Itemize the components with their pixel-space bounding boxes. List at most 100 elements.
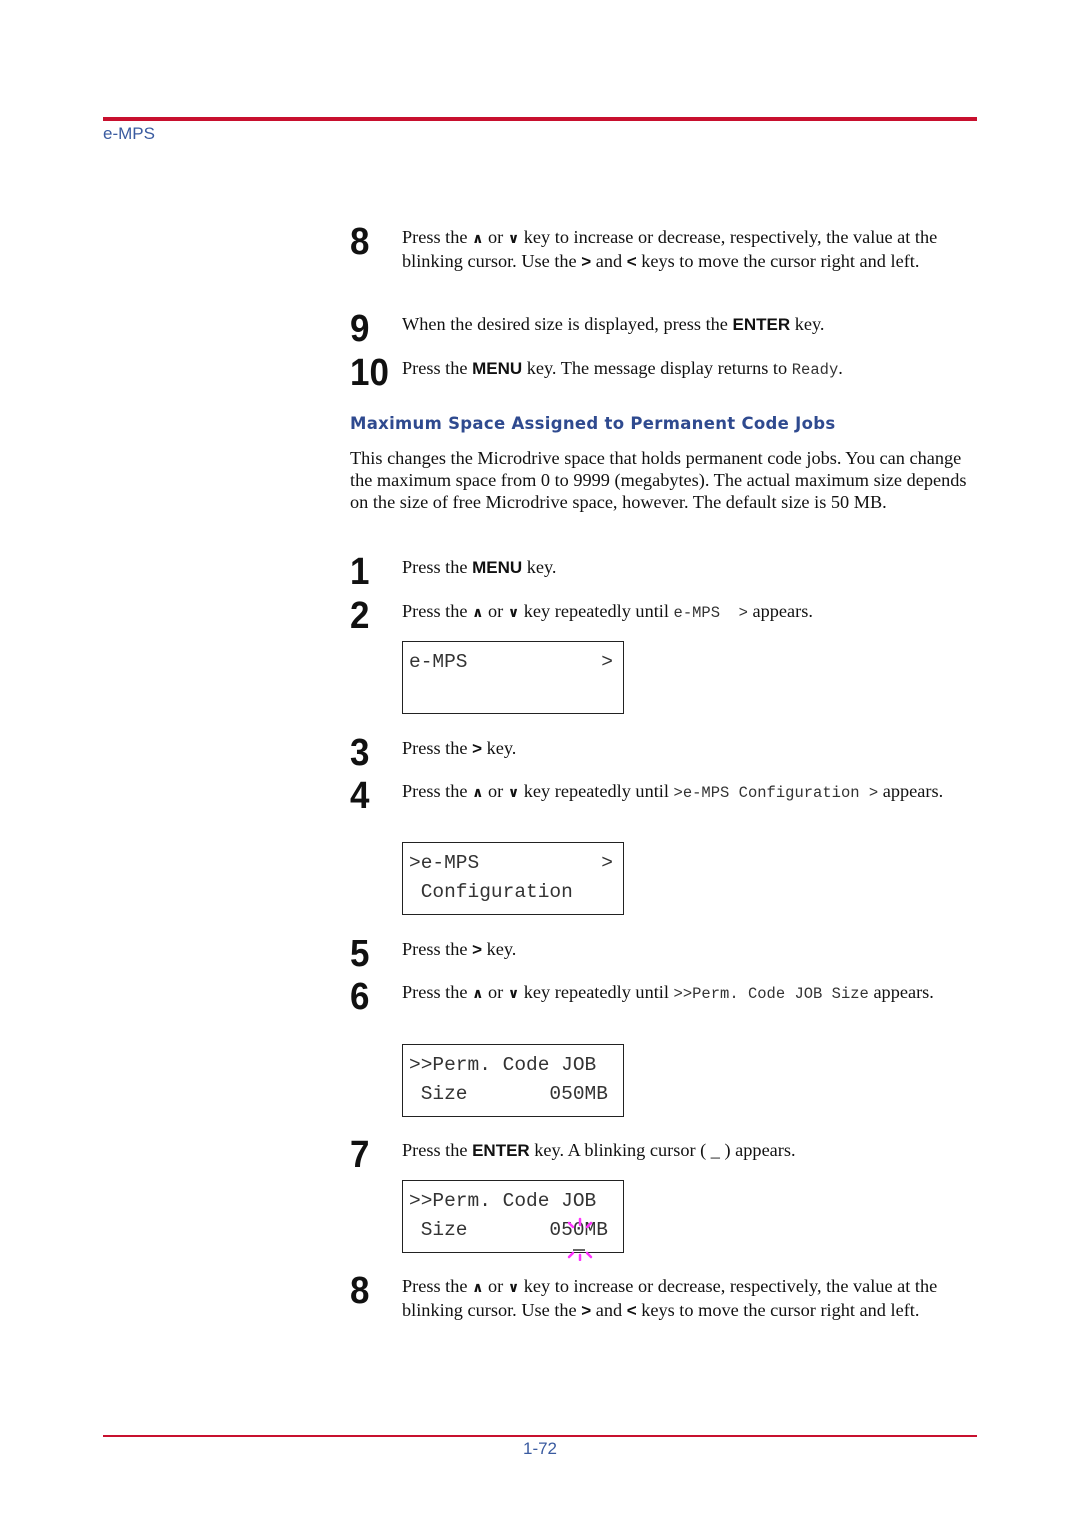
text: Press the — [402, 1140, 473, 1160]
text: key repeatedly until — [519, 781, 674, 801]
footer-rule — [103, 1435, 977, 1437]
step-number: 8 — [350, 1270, 370, 1312]
display-message: >>Perm. Code JOB Size — [673, 985, 869, 1003]
header-title: e-MPS — [103, 124, 155, 143]
down-arrow-icon: ∨ — [507, 605, 520, 621]
text: key. The message display returns to — [522, 358, 792, 378]
step-text: When the desired size is displayed, pres… — [402, 313, 977, 336]
key-name: < — [626, 252, 637, 271]
down-arrow-icon: ∨ — [507, 785, 520, 801]
display-message: >e-MPS Configuration > — [673, 784, 879, 802]
down-arrow-icon: ∨ — [507, 1280, 520, 1296]
text: or — [483, 781, 508, 801]
step-8-top: 8 Press the ∧ or ∨ key to increase or dec… — [350, 222, 977, 273]
text: Press the — [402, 557, 473, 577]
lcd-display-emps: e-MPS > — [402, 641, 624, 714]
text: key. A blinking cursor ( _ ) appears. — [529, 1140, 796, 1160]
text: appears. — [878, 781, 944, 801]
blinking-cursor-icon — [567, 1217, 593, 1261]
key-name: ENTER — [732, 315, 791, 334]
step-6: 6 Press the ∧ or ∨ key repeatedly until >… — [350, 977, 977, 1017]
text: When the desired size is displayed, pres… — [402, 314, 733, 334]
text: Press the — [402, 601, 473, 621]
key-name: ENTER — [472, 1141, 530, 1160]
page-number: 1-72 — [522, 1439, 558, 1458]
step-text: Press the MENU key. The message display … — [402, 357, 977, 381]
text: key. — [790, 314, 825, 334]
lcd-line-1: e-MPS — [409, 651, 468, 673]
step-number: 7 — [350, 1134, 370, 1176]
up-arrow-icon: ∧ — [472, 1280, 484, 1296]
step-9: 9 When the desired size is displayed, pre… — [350, 309, 977, 349]
text: Press the — [402, 982, 473, 1002]
step-number: 4 — [350, 775, 370, 817]
step-text: Press the ∧ or ∨ key to increase or decr… — [402, 226, 977, 273]
section-paragraph: This changes the Microdrive space that h… — [350, 448, 967, 512]
text: or — [483, 227, 508, 247]
display-message: e-MPS > — [673, 604, 748, 622]
text: Press the — [402, 939, 473, 959]
step-10: 10 Press the MENU key. The message displa… — [350, 353, 977, 393]
step-3: 3 Press the > key. — [350, 733, 977, 773]
up-arrow-icon: ∧ — [472, 231, 484, 247]
step-text: Press the > key. — [402, 737, 977, 760]
lcd-line-1: >e-MPS — [409, 852, 480, 874]
step-number: 10 — [350, 352, 389, 394]
text: Press the — [402, 358, 473, 378]
step-text: Press the ENTER key. A blinking cursor (… — [402, 1139, 977, 1162]
lcd-line-2: Configuration — [409, 881, 573, 903]
step-7: 7 Press the ENTER key. A blinking cursor … — [350, 1135, 977, 1175]
text: . — [838, 358, 843, 378]
text: key. — [482, 738, 517, 758]
step-number: 1 — [350, 551, 370, 593]
text: and — [591, 1300, 627, 1320]
down-arrow-icon: ∨ — [507, 986, 520, 1002]
step-1: 1 Press the MENU key. — [350, 552, 977, 592]
step-text: Press the ∧ or ∨ key repeatedly until e-… — [402, 600, 977, 624]
step-text: Press the ∧ or ∨ key repeatedly until >>… — [402, 981, 977, 1005]
text: Press the — [402, 781, 473, 801]
key-name: > — [472, 940, 483, 959]
text: Press the — [402, 1276, 473, 1296]
text: key repeatedly until — [519, 601, 674, 621]
text: appears. — [747, 601, 813, 621]
lcd-line-2: Size 050MB — [409, 1083, 608, 1105]
text: keys to move the cursor right and left. — [636, 251, 920, 271]
text: or — [483, 1276, 508, 1296]
lcd-display-blinking-cursor: >>Perm. Code JOB Size 050MB — [402, 1180, 624, 1261]
step-text: Press the ∧ or ∨ key to increase or decr… — [402, 1275, 977, 1322]
lcd-arrow: > — [601, 651, 613, 673]
step-number: 2 — [350, 595, 370, 637]
up-arrow-icon: ∧ — [472, 785, 484, 801]
section-heading: Maximum Space Assigned to Permanent Code… — [350, 414, 836, 433]
text: appears. — [868, 982, 934, 1002]
step-number: 3 — [350, 732, 370, 774]
lcd-line-1: >>Perm. Code JOB — [409, 1054, 597, 1076]
step-number: 6 — [350, 976, 370, 1018]
lcd-arrow: > — [601, 852, 613, 874]
up-arrow-icon: ∧ — [472, 986, 484, 1002]
step-text: Press the > key. — [402, 938, 977, 961]
lcd-display-configuration: >e-MPS Configuration > — [402, 842, 624, 915]
key-name: > — [472, 739, 483, 758]
lcd-line-1: >>Perm. Code JOB — [409, 1190, 597, 1212]
display-message: Ready — [791, 361, 839, 379]
text: keys to move the cursor right and left. — [636, 1300, 920, 1320]
step-text: Press the ∧ or ∨ key repeatedly until >e… — [402, 780, 977, 804]
key-name: > — [581, 252, 592, 271]
step-text: Press the MENU key. — [402, 556, 977, 579]
key-name: MENU — [472, 558, 523, 577]
step-8: 8 Press the ∧ or ∨ key to increase or dec… — [350, 1271, 977, 1322]
text: Press the — [402, 227, 473, 247]
key-name: > — [581, 1301, 592, 1320]
step-number: 9 — [350, 308, 370, 350]
text: and — [591, 251, 627, 271]
up-arrow-icon: ∧ — [472, 605, 484, 621]
text: or — [483, 601, 508, 621]
text: key. — [522, 557, 557, 577]
text: key. — [482, 939, 517, 959]
text: key repeatedly until — [519, 982, 674, 1002]
lcd-display-perm-code-size: >>Perm. Code JOB Size 050MB — [402, 1044, 624, 1117]
step-number: 8 — [350, 221, 370, 263]
key-name: MENU — [472, 359, 523, 378]
